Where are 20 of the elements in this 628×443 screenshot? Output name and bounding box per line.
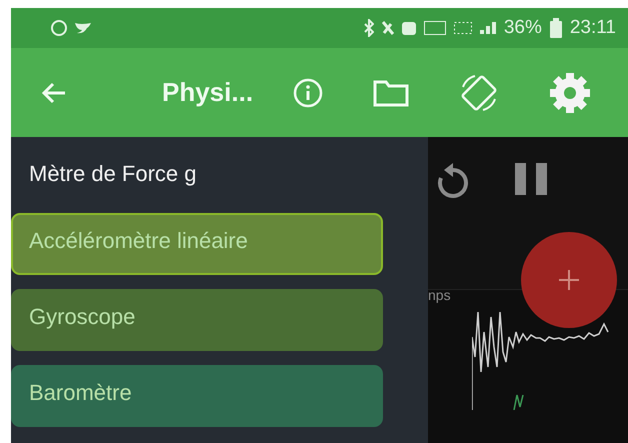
battery-percentage: 36% (504, 17, 542, 39)
folder-icon[interactable] (373, 78, 410, 106)
sensor-menu-item[interactable]: Accéléromètre linéaire (11, 213, 383, 275)
drawer-title: Mètre de Force g (28, 161, 198, 188)
sensor-menu-item[interactable]: Baromètre (11, 365, 383, 427)
bird-icon (75, 22, 91, 34)
screen-rotation-icon[interactable] (459, 72, 500, 112)
restart-icon[interactable] (436, 163, 470, 199)
axis-label: nps (428, 287, 451, 303)
clock-time: 23:11 (570, 17, 616, 39)
sensor-menu-item[interactable]: Gyroscope (11, 289, 383, 351)
plus-icon (559, 270, 579, 290)
bluetooth-icon (364, 19, 374, 37)
pause-icon[interactable] (515, 163, 547, 195)
info-icon[interactable] (293, 78, 324, 108)
app-title: Physi... (162, 77, 254, 108)
settings-icon[interactable] (549, 72, 592, 114)
signal-icon (480, 22, 496, 34)
back-arrow-icon[interactable] (41, 80, 67, 104)
battery-icon (550, 18, 562, 38)
